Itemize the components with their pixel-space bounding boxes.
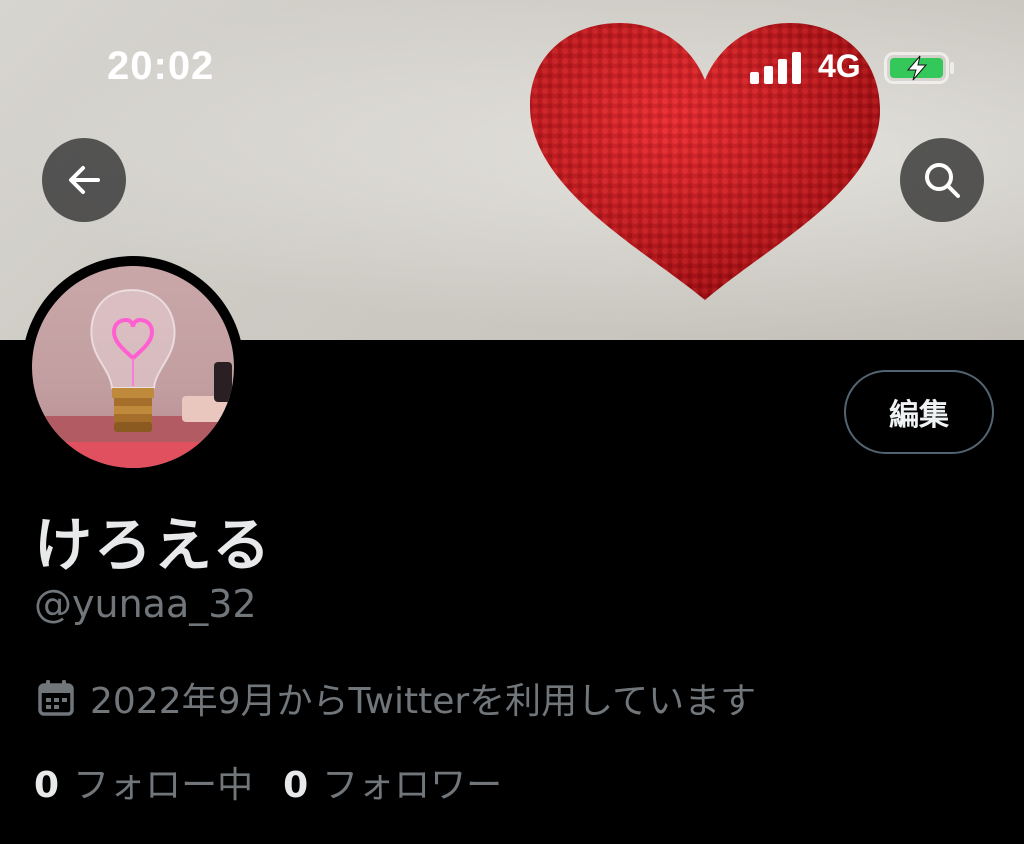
profile-screen: 20:02 4G 編集 けろえる @yunaa_32 2022年9月からTwit… [0, 0, 1024, 844]
search-button[interactable] [900, 138, 984, 222]
joined-date: 2022年9月からTwitterを利用しています [36, 672, 756, 724]
following-label: フォロー中 [73, 765, 254, 806]
network-type: 4G [818, 48, 861, 84]
joined-text: 2022年9月からTwitterを利用しています [90, 681, 757, 722]
cellular-signal-icon [750, 52, 801, 84]
profile-avatar[interactable] [22, 256, 244, 478]
back-button[interactable] [42, 138, 126, 222]
lightbulb-heart-image [32, 288, 234, 468]
followers-link[interactable]: 0 フォロワー [283, 756, 502, 808]
following-link[interactable]: 0 フォロー中 [34, 756, 253, 808]
followers-count: 0 [283, 765, 309, 806]
arrow-left-icon [69, 166, 100, 194]
followers-label: フォロワー [322, 765, 503, 806]
battery-charging-icon [884, 52, 954, 84]
search-icon [925, 163, 960, 198]
status-time: 20:02 [107, 44, 215, 88]
following-count: 0 [34, 765, 60, 806]
calendar-icon [38, 680, 74, 716]
display-name: けろえる [34, 511, 273, 579]
edit-profile-button[interactable]: 編集 [844, 370, 994, 454]
follow-stats: 0 フォロー中 0 フォロワー [34, 756, 502, 808]
user-handle: @yunaa_32 [34, 582, 257, 626]
